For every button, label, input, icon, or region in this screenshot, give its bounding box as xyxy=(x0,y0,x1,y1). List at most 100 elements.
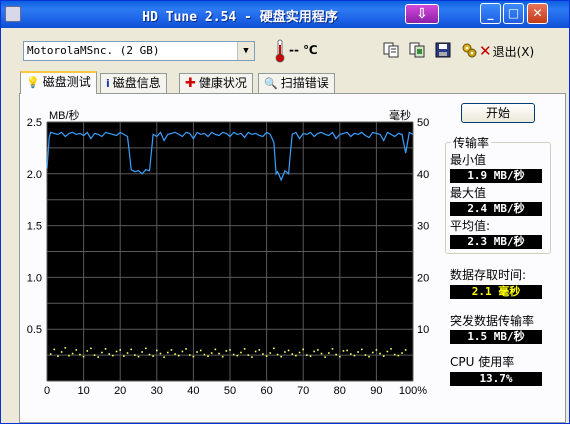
access-time-point xyxy=(86,350,89,352)
access-time-point xyxy=(375,349,378,351)
access-time-point xyxy=(313,350,315,353)
access-time-point xyxy=(349,353,352,355)
access-time-point xyxy=(280,355,283,358)
tab-disk-test-label: 磁盘测试 xyxy=(42,75,91,89)
access-time-point xyxy=(276,353,279,356)
burst-rate-label: 突发数据传输率 xyxy=(450,314,535,328)
access-time-point xyxy=(64,347,67,349)
x-tick-label: 40 xyxy=(187,385,199,397)
access-time-point xyxy=(342,350,345,352)
access-time-point xyxy=(360,348,363,351)
access-time-point xyxy=(123,355,125,357)
x-tick-label: 0 xyxy=(44,385,50,397)
access-time-point xyxy=(243,348,246,350)
access-time-point xyxy=(236,354,239,357)
access-time-point xyxy=(295,354,297,357)
access-time-point xyxy=(247,354,250,356)
access-time-point xyxy=(130,348,132,351)
avg-label: 平均值: xyxy=(450,219,491,233)
min-value: 1.9 MB/秒 xyxy=(450,169,542,183)
access-time-point xyxy=(331,348,334,350)
access-time-point xyxy=(93,354,96,356)
access-time-point xyxy=(196,351,198,353)
access-time-point xyxy=(339,355,341,358)
access-time-point xyxy=(101,351,103,354)
access-time-point xyxy=(210,352,213,354)
access-time-point xyxy=(353,354,356,357)
x-tick-label: 60 xyxy=(260,385,272,397)
transfer-rate-title: 传输率 xyxy=(451,134,492,151)
avg-value: 2.3 MB/秒 xyxy=(450,235,542,249)
x-tick-label: 10 xyxy=(77,385,89,397)
access-time-point xyxy=(273,347,275,350)
y-tick-label: 1.5 xyxy=(27,221,42,233)
x-tick-label: 90 xyxy=(370,385,382,397)
x-tick-label: 20 xyxy=(114,385,126,397)
access-time-point xyxy=(291,353,294,355)
access-time-point xyxy=(90,347,92,350)
y2-tick-label: 50 xyxy=(417,117,429,129)
access-time-point xyxy=(163,356,165,358)
access-time-point xyxy=(269,352,272,354)
access-time-point xyxy=(126,352,129,354)
access-time-point xyxy=(192,355,195,358)
access-time-point xyxy=(203,353,206,356)
access-time-point xyxy=(82,355,85,358)
access-time-point xyxy=(108,353,111,355)
access-time-point xyxy=(368,355,370,358)
left-axis-label: MB/秒 xyxy=(49,108,80,122)
y-tick-label: 2.0 xyxy=(27,169,42,181)
access-time-point xyxy=(207,355,209,357)
access-time-point xyxy=(309,355,312,357)
access-time-point xyxy=(156,349,158,352)
access-time-point xyxy=(170,349,173,351)
access-time-point xyxy=(258,349,261,351)
access-time-point xyxy=(221,355,224,358)
y-tick-label: 0.5 xyxy=(27,324,42,336)
access-time-point xyxy=(166,351,169,354)
access-time-point xyxy=(188,354,191,356)
right-axis-label: 毫秒 xyxy=(389,108,411,122)
access-time-point xyxy=(185,348,187,350)
burst-rate-value: 1.5 MB/秒 xyxy=(450,330,542,344)
access-time-point xyxy=(141,351,143,353)
hdtune-window: HD Tune 2.54 - 硬盘实用程序 ⇩ _ □ ✕ MotorolaMS… xyxy=(0,0,570,424)
access-time-point xyxy=(71,352,74,355)
access-time-point xyxy=(119,349,121,351)
access-time-point xyxy=(306,354,308,356)
y2-tick-label: 40 xyxy=(417,169,429,181)
access-time-point xyxy=(287,349,290,352)
x-tick-label: 70 xyxy=(297,385,309,397)
access-time-point xyxy=(218,352,220,355)
access-time-point xyxy=(254,350,257,353)
lightbulb-icon: 💡 xyxy=(26,76,40,89)
start-button[interactable]: 开始 xyxy=(461,103,535,123)
cpu-usage-label: CPU 使用率 xyxy=(450,355,515,369)
access-time-point xyxy=(152,355,154,357)
access-time-point xyxy=(174,353,176,355)
access-time-point xyxy=(284,351,286,353)
min-label: 最小值 xyxy=(450,153,487,167)
access-time-point xyxy=(346,349,348,352)
access-time-point xyxy=(328,352,330,354)
access-time-point xyxy=(68,354,70,357)
access-time-point xyxy=(393,353,396,356)
access-time-point xyxy=(251,356,253,358)
access-time-point xyxy=(390,348,392,350)
access-time-point xyxy=(386,350,389,353)
y-tick-label: 2.5 xyxy=(27,117,42,129)
access-time-label: 数据存取时间: xyxy=(450,268,527,282)
access-time-point xyxy=(265,355,268,357)
access-time-point xyxy=(53,348,56,351)
access-time-point xyxy=(382,355,385,357)
access-time-point xyxy=(181,350,184,353)
y2-tick-label: 30 xyxy=(417,221,429,233)
access-time-point xyxy=(404,349,407,351)
access-time-point xyxy=(104,348,107,350)
access-time-point xyxy=(229,349,231,351)
tab-disk-test[interactable]: 💡 磁盘测试 xyxy=(20,71,97,94)
access-time-point xyxy=(225,350,228,352)
access-time-point xyxy=(79,353,81,356)
x-tick-label: 30 xyxy=(151,385,163,397)
access-time-point xyxy=(49,353,52,355)
